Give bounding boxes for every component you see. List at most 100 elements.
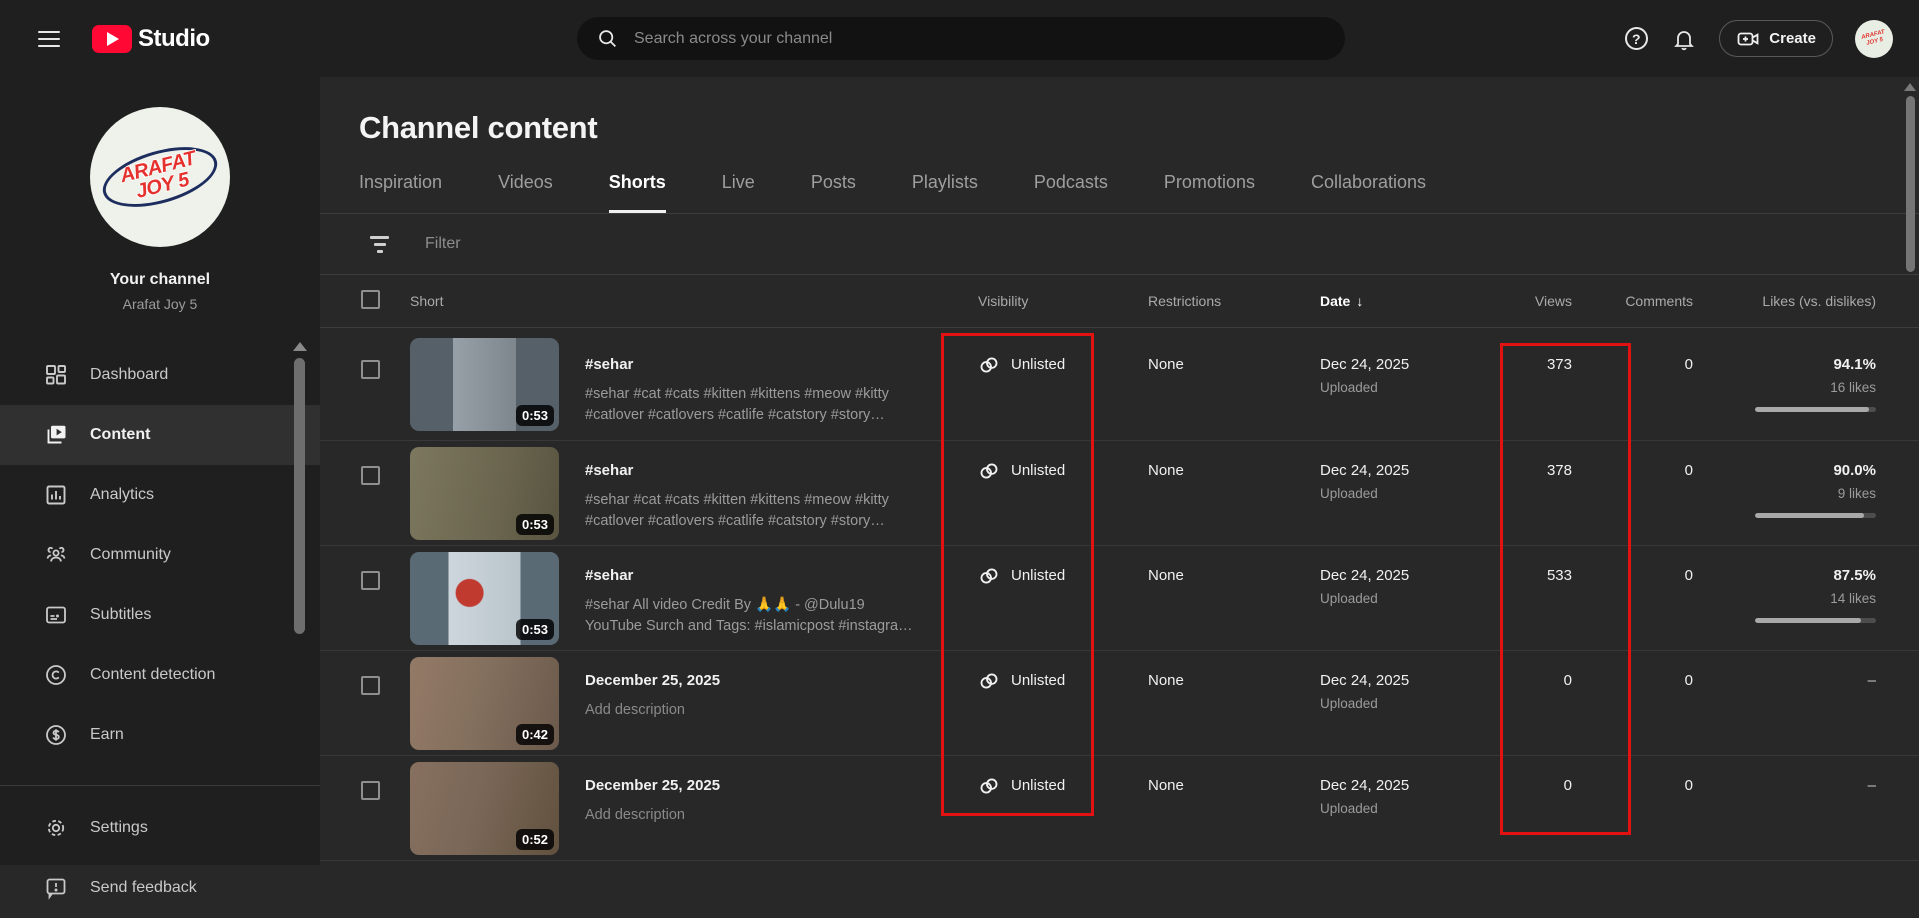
video-description: #sehar All video Credit By 🙏🙏 - @Dulu19Y… <box>585 595 949 637</box>
sidebar-item-settings[interactable]: Settings <box>0 798 320 858</box>
views-cell: 378 <box>1471 441 1572 545</box>
visibility-cell[interactable]: Unlisted <box>949 441 1119 545</box>
unlisted-link-icon <box>978 565 1000 587</box>
video-thumbnail[interactable]: 0:52 <box>410 762 559 855</box>
header-likes[interactable]: Likes (vs. dislikes) <box>1693 293 1876 309</box>
like-percentage: – <box>1693 672 1876 689</box>
sidebar-item-earn[interactable]: Earn <box>0 705 320 765</box>
sidebar-item-analytics[interactable]: Analytics <box>0 465 320 525</box>
header-restrictions[interactable]: Restrictions <box>1119 293 1291 309</box>
create-video-icon <box>1736 27 1760 51</box>
page-title: Channel content <box>320 77 1919 146</box>
sidebar-scroll-up-arrow[interactable] <box>293 342 307 351</box>
restrictions-cell: None <box>1119 756 1291 860</box>
video-title[interactable]: #sehar <box>585 356 633 373</box>
tab-promotions[interactable]: Promotions <box>1164 172 1255 213</box>
search-input[interactable] <box>634 30 1325 48</box>
add-description-placeholder[interactable]: Add description <box>585 700 949 721</box>
sidebar-item-subtitles[interactable]: Subtitles <box>0 585 320 645</box>
date-status: Uploaded <box>1320 801 1471 816</box>
likes-cell: – <box>1693 651 1876 755</box>
duration-badge: 0:53 <box>516 405 554 426</box>
date-status: Uploaded <box>1320 380 1471 395</box>
header-date[interactable]: Date ↓ <box>1291 293 1471 309</box>
like-percentage: 87.5% <box>1693 567 1876 584</box>
filter-icon[interactable] <box>370 236 389 253</box>
video-thumbnail[interactable]: 0:42 <box>410 657 559 750</box>
comments-cell: 0 <box>1572 756 1693 860</box>
main-scroll-up-arrow[interactable] <box>1904 83 1916 91</box>
hamburger-menu-icon[interactable] <box>38 31 60 47</box>
create-button[interactable]: Create <box>1719 20 1833 57</box>
notifications-bell-icon[interactable] <box>1671 26 1697 52</box>
video-title[interactable]: #sehar <box>585 462 633 479</box>
visibility-cell[interactable]: Unlisted <box>949 546 1119 650</box>
account-avatar[interactable]: ARAFATJOY 5 <box>1855 20 1893 58</box>
row-checkbox[interactable] <box>361 466 380 485</box>
likes-cell: 94.1% 16 likes <box>1693 328 1876 440</box>
content-icon <box>44 423 68 447</box>
likes-cell: – <box>1693 756 1876 860</box>
add-description-placeholder[interactable]: Add description <box>585 805 949 826</box>
like-count: 9 likes <box>1693 486 1876 501</box>
select-all-checkbox[interactable] <box>361 290 380 309</box>
like-ratio-bar <box>1755 618 1876 623</box>
video-thumbnail[interactable]: 0:53 <box>410 447 559 540</box>
sidebar-scrollbar[interactable] <box>294 358 305 634</box>
unlisted-link-icon <box>978 460 1000 482</box>
comments-cell: 0 <box>1572 546 1693 650</box>
sidebar-item-community[interactable]: Community <box>0 525 320 585</box>
analytics-icon <box>44 483 68 507</box>
search-bar[interactable] <box>577 17 1345 60</box>
tab-playlists[interactable]: Playlists <box>912 172 978 213</box>
tab-videos[interactable]: Videos <box>498 172 553 213</box>
sidebar-menu: Dashboard Content Analytics Community Su… <box>0 345 320 765</box>
row-checkbox[interactable] <box>361 676 380 695</box>
community-icon <box>44 543 68 567</box>
help-icon[interactable]: ? <box>1623 26 1649 52</box>
feedback-icon <box>44 876 68 900</box>
tab-collaborations[interactable]: Collaborations <box>1311 172 1426 213</box>
unlisted-link-icon <box>978 670 1000 692</box>
header-views[interactable]: Views <box>1471 293 1572 309</box>
video-title[interactable]: #sehar <box>585 567 633 584</box>
video-title[interactable]: December 25, 2025 <box>585 777 720 794</box>
visibility-cell[interactable]: Unlisted <box>949 756 1119 860</box>
restrictions-cell: None <box>1119 651 1291 755</box>
row-checkbox[interactable] <box>361 571 380 590</box>
sidebar-item-content-detection[interactable]: Content detection <box>0 645 320 705</box>
visibility-label: Unlisted <box>1011 777 1065 794</box>
main-scrollbar[interactable] <box>1906 96 1915 272</box>
video-thumbnail[interactable]: 0:53 <box>410 552 559 645</box>
header-comments[interactable]: Comments <box>1572 293 1693 309</box>
table-row: 0:53 #sehar #sehar #cat #cats #kitten #k… <box>320 328 1919 441</box>
video-title[interactable]: December 25, 2025 <box>585 672 720 689</box>
unlisted-link-icon <box>978 775 1000 797</box>
tab-shorts[interactable]: Shorts <box>609 172 666 213</box>
date-value: Dec 24, 2025 <box>1320 462 1471 479</box>
filter-input[interactable]: Filter <box>425 235 461 253</box>
channel-name: Arafat Joy 5 <box>0 296 320 312</box>
tab-live[interactable]: Live <box>722 172 755 213</box>
visibility-label: Unlisted <box>1011 462 1065 479</box>
channel-avatar[interactable]: ARAFATJOY 5 <box>90 107 230 247</box>
row-checkbox[interactable] <box>361 360 380 379</box>
like-ratio-bar <box>1755 513 1876 518</box>
visibility-cell[interactable]: Unlisted <box>949 328 1119 440</box>
visibility-cell[interactable]: Unlisted <box>949 651 1119 755</box>
your-channel-label: Your channel <box>0 271 320 289</box>
video-thumbnail[interactable]: 0:53 <box>410 338 559 431</box>
comments-cell: 0 <box>1572 651 1693 755</box>
views-cell: 0 <box>1471 651 1572 755</box>
sidebar-item-content[interactable]: Content <box>0 405 320 465</box>
row-checkbox[interactable] <box>361 781 380 800</box>
sidebar-item-send-feedback[interactable]: Send feedback <box>0 858 320 918</box>
tab-posts[interactable]: Posts <box>811 172 856 213</box>
like-percentage: – <box>1693 777 1876 794</box>
tab-podcasts[interactable]: Podcasts <box>1034 172 1108 213</box>
sidebar-item-dashboard[interactable]: Dashboard <box>0 345 320 405</box>
search-icon <box>597 28 618 49</box>
header-visibility[interactable]: Visibility <box>949 293 1119 309</box>
tab-inspiration[interactable]: Inspiration <box>359 172 442 213</box>
youtube-studio-logo[interactable]: Studio <box>92 25 210 53</box>
